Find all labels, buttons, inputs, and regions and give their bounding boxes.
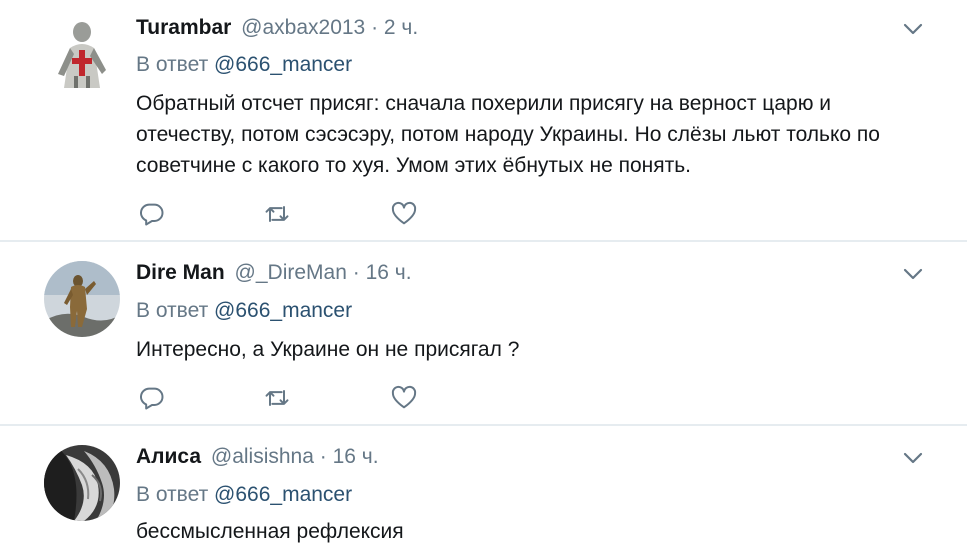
chevron-down-icon[interactable] bbox=[901, 262, 925, 286]
reply-prefix: В ответ bbox=[136, 483, 209, 506]
avatar[interactable] bbox=[44, 261, 120, 337]
tweet-text: Обратный отсчет присяг: сначала похерили… bbox=[136, 92, 880, 177]
tweet[interactable]: Dire Man @_DireMan · 16 ч. В ответ @666_… bbox=[0, 242, 967, 426]
reply-context: В ответ @666_mancer bbox=[136, 482, 352, 508]
display-name[interactable]: Turambar bbox=[136, 16, 231, 39]
reply-mention-link[interactable]: @666_mancer bbox=[214, 483, 352, 506]
tweet-header: Dire Man @_DireMan · 16 ч. bbox=[136, 260, 412, 286]
reply-icon bbox=[140, 387, 164, 410]
like-button[interactable] bbox=[390, 384, 420, 414]
retweet-icon bbox=[265, 206, 289, 222]
heart-icon bbox=[391, 201, 417, 225]
reply-prefix: В ответ bbox=[136, 299, 209, 322]
timestamp[interactable]: 16 ч. bbox=[333, 445, 379, 468]
tweet-header: Turambar @axbax2013 · 2 ч. bbox=[136, 15, 418, 41]
retweet-button[interactable] bbox=[263, 384, 293, 414]
avatar-knight-image bbox=[44, 14, 120, 90]
reply-button[interactable] bbox=[138, 384, 168, 414]
user-handle[interactable]: @alisishna bbox=[211, 445, 314, 468]
reply-button[interactable] bbox=[138, 200, 168, 230]
retweet-button[interactable] bbox=[263, 200, 293, 230]
display-name[interactable]: Алиса bbox=[136, 445, 201, 468]
reply-prefix: В ответ bbox=[136, 53, 209, 76]
chevron-down-icon[interactable] bbox=[901, 446, 925, 470]
reply-mention-link[interactable]: @666_mancer bbox=[214, 53, 352, 76]
retweet-icon bbox=[265, 390, 289, 406]
separator-dot: · bbox=[371, 16, 379, 39]
user-handle[interactable]: @_DireMan bbox=[235, 261, 347, 284]
avatar[interactable] bbox=[44, 14, 120, 90]
tweet[interactable]: Turambar @axbax2013 · 2 ч. В ответ @666_… bbox=[0, 0, 967, 242]
tweet[interactable]: Алиса @alisishna · 16 ч. В ответ @666_ma… bbox=[0, 426, 967, 558]
display-name[interactable]: Dire Man bbox=[136, 261, 225, 284]
reply-context: В ответ @666_mancer bbox=[136, 298, 352, 324]
avatar-statue-image bbox=[44, 261, 120, 337]
tweet-text: бессмысленная рефлексия bbox=[136, 520, 404, 543]
separator-dot: · bbox=[319, 445, 327, 468]
reply-icon bbox=[140, 203, 164, 226]
heart-icon bbox=[391, 385, 417, 409]
user-handle[interactable]: @axbax2013 bbox=[241, 16, 365, 39]
avatar-bw-image bbox=[44, 445, 120, 521]
reply-context: В ответ @666_mancer bbox=[136, 52, 352, 78]
avatar[interactable] bbox=[44, 445, 120, 521]
like-button[interactable] bbox=[390, 200, 420, 230]
reply-mention-link[interactable]: @666_mancer bbox=[214, 299, 352, 322]
tweet-text: Интересно, а Украине он не присягал ? bbox=[136, 338, 520, 361]
timestamp[interactable]: 16 ч. bbox=[366, 261, 412, 284]
separator-dot: · bbox=[352, 261, 360, 284]
timestamp[interactable]: 2 ч. bbox=[384, 16, 418, 39]
tweet-header: Алиса @alisishna · 16 ч. bbox=[136, 444, 379, 470]
chevron-down-icon[interactable] bbox=[901, 17, 925, 41]
